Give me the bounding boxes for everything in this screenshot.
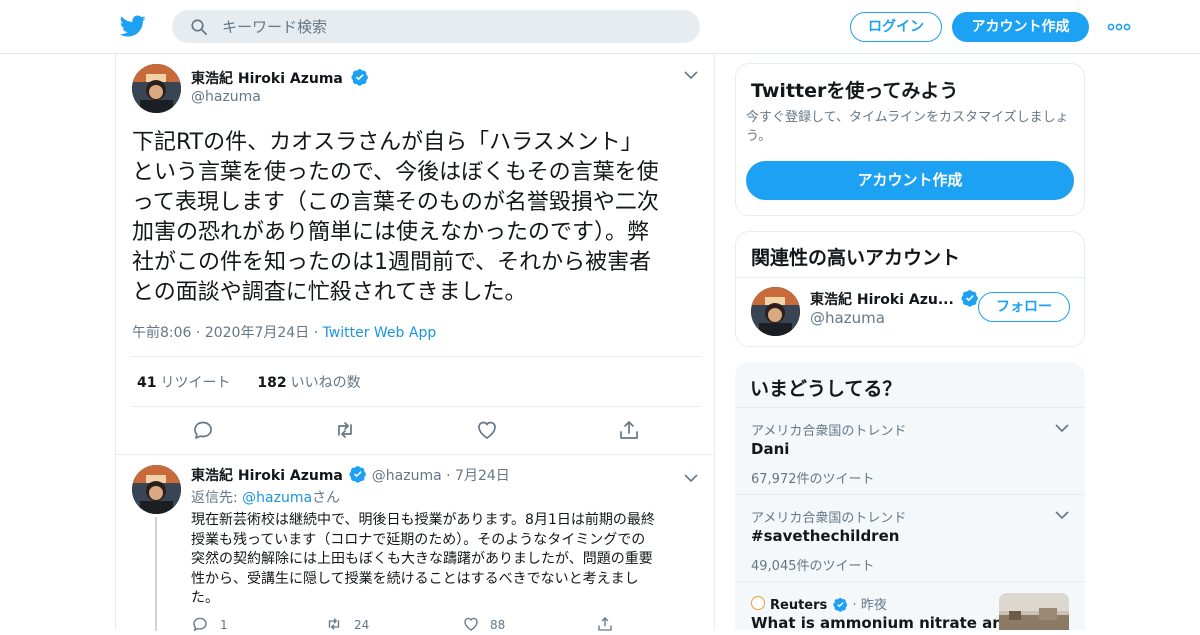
search-icon: [191, 19, 207, 35]
reply-icon[interactable]: [191, 615, 209, 633]
retweet-icon[interactable]: [325, 615, 343, 633]
reply-action-bar: 1 24 88: [191, 615, 691, 635]
like-stat[interactable]: 182 いいねの数: [257, 375, 360, 391]
reply-to-handle-link[interactable]: @hazuma: [242, 490, 312, 506]
author-name[interactable]: 東浩紀 Hiroki Azuma: [191, 71, 343, 87]
trend-item[interactable]: アメリカ合衆国のトレンド Dani 67,972件のツイート: [735, 407, 1085, 494]
signup-card: Twitterを使ってみよう 今すぐ登録して、タイムラインをカスタマイズしましょ…: [735, 63, 1085, 216]
reply-to-line: 返信先: @hazumaさん: [191, 490, 341, 506]
retweet-icon[interactable]: [333, 418, 357, 442]
trend-location: アメリカ合衆国のトレンド: [751, 511, 907, 526]
tweet-column: 東浩紀 Hiroki Azuma @hazuma 下記RTの件、カオスラさんが自…: [115, 54, 716, 632]
reply-author-handle[interactable]: @hazuma: [372, 468, 442, 484]
chevron-down-icon[interactable]: [684, 473, 698, 483]
divider: [132, 356, 700, 357]
signup-card-description: 今すぐ登録して、タイムラインをカスタマイズしましょ う。: [746, 110, 1069, 144]
verified-badge-icon: [833, 597, 848, 612]
avatar[interactable]: [751, 287, 800, 336]
thread-line: [155, 517, 157, 631]
tweet-date[interactable]: 2020年7月24日: [205, 325, 309, 341]
tweet-time[interactable]: 午前8:06: [132, 325, 191, 341]
reply-icon[interactable]: [191, 418, 215, 442]
signup-card-title: Twitterを使ってみよう: [751, 80, 959, 102]
create-account-button[interactable]: アカウント作成: [746, 161, 1074, 200]
like-heart-icon[interactable]: [462, 615, 480, 633]
share-icon[interactable]: [617, 418, 641, 442]
tweet-text: 下記RTの件、カオスラさんが自ら「ハラスメント」 という言葉を使ったので、今後は…: [132, 130, 659, 305]
tweet-action-bar: [116, 418, 716, 448]
divider: [736, 277, 1084, 278]
divider: [132, 406, 700, 407]
related-account-name[interactable]: 東浩紀 Hiroki Azu...: [810, 292, 954, 308]
tweet-source-link[interactable]: Twitter Web App: [323, 325, 437, 341]
avatar[interactable]: [132, 64, 181, 113]
share-icon[interactable]: [596, 615, 614, 633]
trends-title: いまどうしてる？: [750, 378, 902, 400]
related-accounts-title: 関連性の高いアカウント: [751, 247, 961, 269]
trend-term[interactable]: Dani: [751, 440, 789, 458]
top-navigation-bar: ログイン アカウント作成: [0, 0, 1200, 54]
signup-button[interactable]: アカウント作成: [952, 12, 1089, 42]
chevron-down-icon[interactable]: [1055, 423, 1069, 433]
verified-badge-icon: [961, 290, 978, 307]
trend-term[interactable]: #savethechildren: [751, 527, 899, 545]
reply-text: 現在新芸術校は継続中で、明後日も授業があります。8月1日は前期の最終 授業も残っ…: [191, 512, 655, 606]
follow-button[interactable]: フォロー: [978, 292, 1070, 322]
verified-badge-icon: [351, 69, 368, 86]
related-accounts-card: 関連性の高いアカウント 東浩紀 Hiroki Azu... @hazuma フォ…: [735, 231, 1085, 347]
reply-tweet[interactable]: 東浩紀 Hiroki Azuma @hazuma · 7月24日 返信先: @h…: [116, 454, 714, 632]
tweet-stats: 41 リツイート 182 いいねの数: [137, 372, 361, 392]
trend-tweet-count: 67,972件のツイート: [751, 472, 875, 487]
trend-item[interactable]: アメリカ合衆国のトレンド #savethechildren 49,045件のツイ…: [735, 494, 1085, 581]
reply-date[interactable]: 7月24日: [455, 468, 510, 484]
search-box[interactable]: [172, 10, 700, 43]
login-button[interactable]: ログイン: [850, 12, 942, 42]
more-options-icon[interactable]: [1107, 23, 1131, 31]
tweet-timestamp[interactable]: 午前8:06 · 2020年7月24日 · Twitter Web App: [132, 322, 436, 342]
like-heart-icon[interactable]: [475, 418, 499, 442]
related-account-handle[interactable]: @hazuma: [810, 309, 885, 327]
news-thumbnail[interactable]: [999, 593, 1069, 630]
search-input[interactable]: [222, 10, 682, 43]
news-time: 昨夜: [860, 598, 887, 613]
verified-badge-icon: [349, 466, 367, 483]
author-handle[interactable]: @hazuma: [191, 89, 261, 105]
trends-card: いまどうしてる？ アメリカ合衆国のトレンド Dani 67,972件のツイート …: [735, 362, 1085, 630]
twitter-bird-icon[interactable]: [120, 13, 146, 39]
trend-tweet-count: 49,045件のツイート: [751, 559, 875, 574]
avatar[interactable]: [132, 465, 181, 514]
news-source-icon: [751, 596, 765, 610]
trend-location: アメリカ合衆国のトレンド: [751, 424, 907, 439]
news-source-name[interactable]: Reuters: [770, 598, 827, 613]
chevron-down-icon[interactable]: [1055, 510, 1069, 520]
news-item[interactable]: Reuters · 昨夜 What is ammonium nitrate an…: [735, 581, 1085, 630]
retweet-stat[interactable]: 41 リツイート: [137, 375, 230, 391]
chevron-down-icon[interactable]: [684, 70, 698, 80]
reply-author-name[interactable]: 東浩紀 Hiroki Azuma: [191, 468, 343, 484]
